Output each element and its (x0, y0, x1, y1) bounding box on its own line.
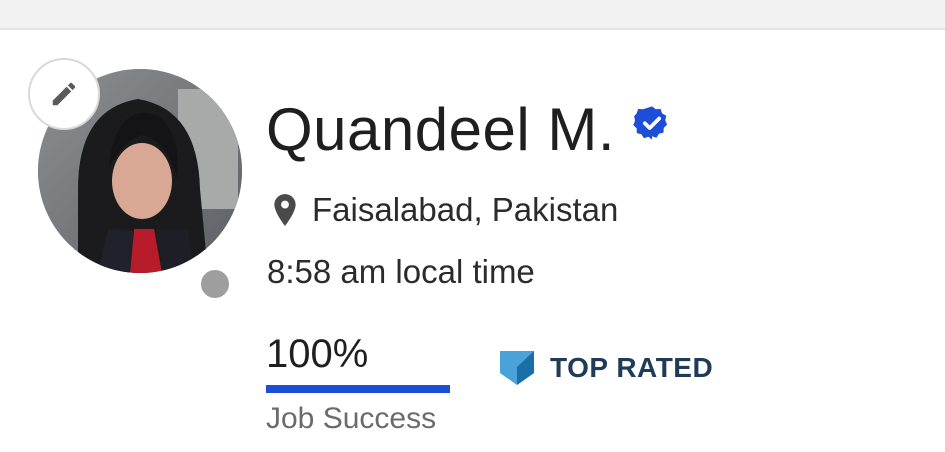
local-time: 8:58 am local time (267, 253, 535, 290)
top-rated-shield-icon (500, 351, 534, 385)
avatar-container (28, 58, 242, 303)
edit-profile-button[interactable] (28, 58, 100, 130)
job-success[interactable]: 100% Job Success (266, 331, 450, 437)
pencil-icon (52, 82, 76, 106)
location-row: Faisalabad, Pakistan (272, 190, 618, 230)
verified-badge-icon (633, 106, 668, 140)
top-rated-badge[interactable]: TOP RATED (498, 349, 713, 387)
profile-card: Quandeel M. Faisalabad, Pakistan 8:58 am… (0, 28, 945, 452)
job-success-label: Job Success (266, 402, 437, 435)
job-success-bar (266, 385, 450, 393)
location-text: Faisalabad, Pakistan (312, 191, 619, 228)
job-success-value: 100% (266, 332, 369, 376)
map-pin-icon (274, 194, 296, 226)
name-row: Quandeel M. (266, 96, 671, 164)
top-rated-label: TOP RATED (550, 352, 714, 383)
top-strip (0, 0, 945, 28)
job-success-bar-fill (266, 385, 450, 393)
profile-name: Quandeel M. (266, 96, 616, 163)
offline-status-dot (196, 265, 234, 303)
